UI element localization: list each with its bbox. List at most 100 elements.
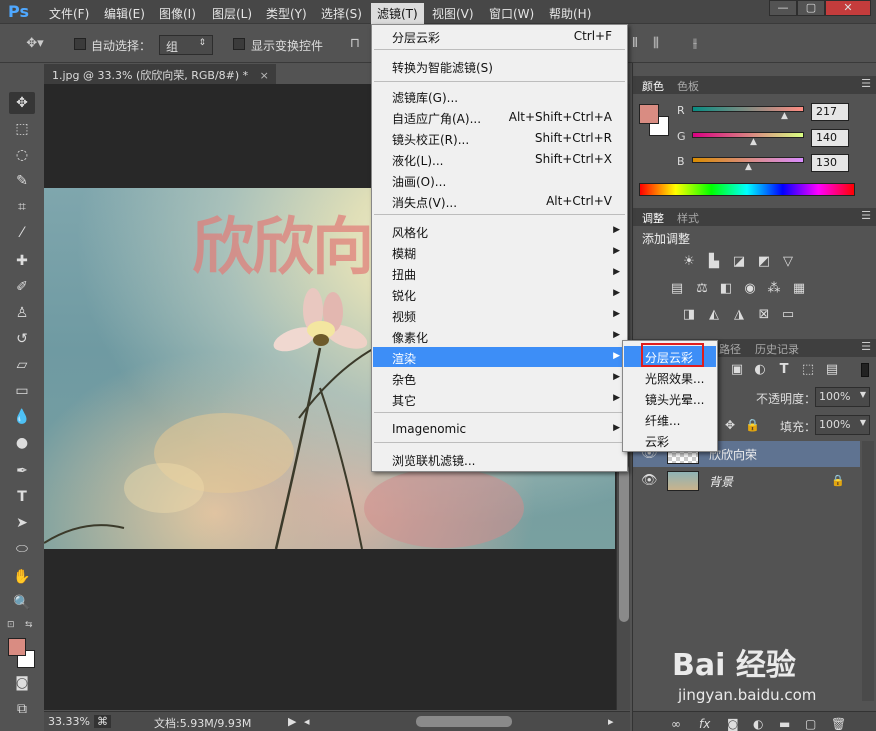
vertical-scroll-thumb[interactable] <box>619 464 629 622</box>
zoom-level[interactable]: 33.33% <box>48 715 90 728</box>
zoom-tool-icon[interactable]: 🔍 <box>9 592 35 614</box>
menu-layer[interactable]: 图层(L) <box>212 5 252 22</box>
quick-select-tool-icon[interactable]: ✎ <box>9 170 35 192</box>
menu-type[interactable]: 类型(Y) <box>266 5 307 22</box>
menu-item-noise[interactable]: 杂色 ▶ <box>373 368 626 388</box>
filter-shape-icon[interactable]: ⬚ <box>799 363 817 377</box>
filter-adjustment-icon[interactable]: ◐ <box>751 363 769 377</box>
link-layers-icon[interactable]: ∞ <box>671 717 681 731</box>
tab-swatches[interactable]: 色板 <box>677 78 699 94</box>
layer-row-background[interactable]: 👁 背景 🔒 <box>633 468 860 494</box>
menu-item-smart-filter[interactable]: 转换为智能滤镜(S) <box>373 56 626 76</box>
swap-colors-icon[interactable]: ⇆ <box>25 620 33 630</box>
menu-item-vanishing-point[interactable]: 消失点(V)... Alt+Ctrl+V <box>373 191 626 211</box>
eye-icon[interactable]: 👁 <box>641 473 658 488</box>
brightness-icon[interactable]: ☀ <box>680 255 698 269</box>
default-colors-icon[interactable]: ⊡ <box>7 620 15 630</box>
quick-mask-icon[interactable]: ◙ <box>9 672 35 694</box>
green-slider[interactable] <box>692 132 804 138</box>
blue-slider-handle[interactable]: ▲ <box>745 162 752 172</box>
hue-saturation-icon[interactable]: ▤ <box>668 282 686 296</box>
eyedropper-tool-icon[interactable]: ⁄ <box>9 222 35 244</box>
new-layer-icon[interactable]: ▢ <box>805 717 816 731</box>
add-mask-icon[interactable]: ◙ <box>727 717 739 731</box>
red-value-field[interactable]: 217 <box>811 103 849 121</box>
menu-item-adaptive-wide-angle[interactable]: 自适应广角(A)... Alt+Shift+Ctrl+A <box>373 107 626 127</box>
green-value-field[interactable]: 140 <box>811 129 849 147</box>
new-group-icon[interactable]: ▬ <box>779 717 790 731</box>
panel-menu-icon[interactable]: ☰ <box>861 209 871 222</box>
close-button[interactable]: ✕ <box>825 0 871 16</box>
ellipse-tool-icon[interactable]: ⬭ <box>9 538 35 560</box>
new-adjustment-icon[interactable]: ◐ <box>753 717 763 731</box>
scroll-left-icon[interactable]: ◂ <box>304 715 310 728</box>
lock-position-icon[interactable]: ✥ <box>725 418 735 432</box>
menu-item-filter-gallery[interactable]: 滤镜库(G)... <box>373 86 626 106</box>
photo-filter-icon[interactable]: ◉ <box>741 282 759 296</box>
menu-item-oil-paint[interactable]: 油画(O)... <box>373 170 626 190</box>
color-panel-foreground-swatch[interactable] <box>639 104 659 124</box>
status-menu-arrow-icon[interactable]: ▶ <box>288 715 296 728</box>
menu-item-imagenomic[interactable]: Imagenomic ▶ <box>373 419 626 439</box>
document-tab[interactable]: 1.jpg @ 33.3% (欣欣向荣, RGB/8#) * × <box>44 64 276 84</box>
selective-color-icon[interactable]: ⊠ <box>755 308 773 322</box>
show-transform-checkbox[interactable] <box>233 38 245 50</box>
type-tool-icon[interactable]: T <box>9 486 35 508</box>
panel-menu-icon[interactable]: ☰ <box>861 77 871 90</box>
maximize-button[interactable]: ▢ <box>797 0 825 16</box>
invert-icon[interactable]: ◨ <box>680 308 698 322</box>
submenu-item-clouds[interactable]: 云彩 <box>624 430 716 451</box>
blur-tool-icon[interactable]: 💧 <box>9 406 35 428</box>
close-tab-icon[interactable]: × <box>260 69 269 82</box>
menu-help[interactable]: 帮助(H) <box>549 5 591 22</box>
green-slider-handle[interactable]: ▲ <box>750 137 757 147</box>
color-spectrum-ramp[interactable] <box>639 183 855 196</box>
menu-file[interactable]: 文件(F) <box>49 5 89 22</box>
path-select-tool-icon[interactable]: ➤ <box>9 512 35 534</box>
crop-tool-icon[interactable]: ⌗ <box>9 196 35 218</box>
menu-image[interactable]: 图像(I) <box>159 5 196 22</box>
lasso-tool-icon[interactable]: ◌ <box>9 144 35 166</box>
menu-item-sharpen[interactable]: 锐化 ▶ <box>373 284 626 304</box>
opacity-field[interactable]: 100% ▼ <box>815 387 870 407</box>
trash-icon[interactable]: 🗑 <box>831 717 846 731</box>
tab-adjustments[interactable]: 调整 <box>642 210 664 226</box>
tab-styles[interactable]: 样式 <box>677 210 699 226</box>
fx-icon[interactable]: fx <box>699 717 710 731</box>
menu-item-last-filter[interactable]: 分层云彩 Ctrl+F <box>373 26 626 46</box>
brush-tool-icon[interactable]: ✐ <box>9 276 35 298</box>
menu-view[interactable]: 视图(V) <box>432 5 474 22</box>
eraser-tool-icon[interactable]: ▱ <box>9 354 35 376</box>
menu-item-other[interactable]: 其它 ▶ <box>373 389 626 409</box>
menu-item-distort[interactable]: 扭曲 ▶ <box>373 263 626 283</box>
gradient-tool-icon[interactable]: ▭ <box>9 380 35 402</box>
submenu-item-lighting-effects[interactable]: 光照效果... <box>624 367 716 388</box>
distribute-icon[interactable]: ⫴ <box>626 35 644 53</box>
menu-item-liquify[interactable]: 液化(L)... Shift+Ctrl+X <box>373 149 626 169</box>
filter-smart-object-icon[interactable]: ▤ <box>823 363 841 377</box>
menu-item-browse-online[interactable]: 浏览联机滤镜... <box>373 449 626 469</box>
auto-select-checkbox[interactable] <box>74 38 86 50</box>
panel-menu-icon[interactable]: ☰ <box>861 340 871 353</box>
exposure-icon[interactable]: ◩ <box>755 255 773 269</box>
menu-filter[interactable]: 滤镜(T) <box>371 3 424 24</box>
menu-item-pixelate[interactable]: 像素化 ▶ <box>373 326 626 346</box>
filter-pixel-icon[interactable]: ▣ <box>728 363 746 377</box>
healing-brush-tool-icon[interactable]: ✚ <box>9 250 35 272</box>
marquee-tool-icon[interactable]: ⬚ <box>9 118 35 140</box>
move-tool-preset-icon[interactable]: ✥▾ <box>26 35 44 53</box>
layer-filter-toggle[interactable] <box>861 363 869 377</box>
tab-paths[interactable]: 路径 <box>719 341 741 357</box>
fill-field[interactable]: 100% ▼ <box>815 415 870 435</box>
minimize-button[interactable]: — <box>769 0 797 16</box>
menu-item-blur[interactable]: 模糊 ▶ <box>373 242 626 262</box>
move-tool-icon[interactable]: ✥ <box>9 92 35 114</box>
menu-window[interactable]: 窗口(W) <box>489 5 534 22</box>
auto-select-dropdown[interactable]: 组 ⇕ <box>159 35 213 55</box>
lock-all-icon[interactable]: 🔒 <box>745 418 760 432</box>
posterize-icon[interactable]: ◭ <box>705 308 723 322</box>
filter-type-icon[interactable]: T <box>775 363 793 377</box>
blue-value-field[interactable]: 130 <box>811 154 849 172</box>
horizontal-scroll-thumb[interactable] <box>416 716 512 727</box>
gradient-map-icon[interactable]: ▭ <box>779 308 797 322</box>
